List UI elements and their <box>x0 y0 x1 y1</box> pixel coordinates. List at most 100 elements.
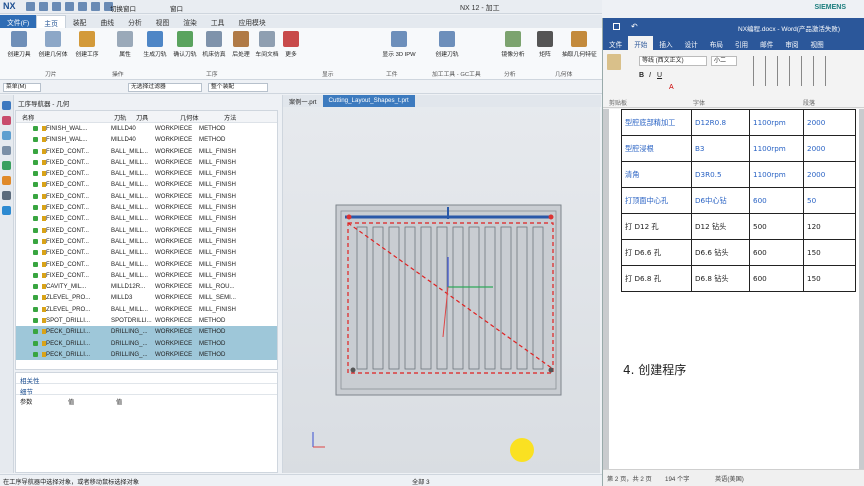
section-heading[interactable]: 4. 创建程序 <box>623 361 686 378</box>
navigator-icon[interactable] <box>2 101 11 110</box>
table-row[interactable]: FIXED_CONT... BALL_MILL... WORKPIECE MILL_F… <box>16 247 277 258</box>
history-icon[interactable] <box>2 176 11 185</box>
table-cell[interactable]: 打 D12 孔 <box>621 213 692 240</box>
extract-geometry-button[interactable]: 抽取几何特征 <box>562 31 597 58</box>
table-row[interactable]: SPOT_DRILLI... SPOTDRILLI... WORKPIECE METH… <box>16 315 277 326</box>
tab-file[interactable]: 文件 <box>603 36 628 50</box>
bold-button[interactable]: B <box>639 72 644 79</box>
assembly-navigator-icon[interactable] <box>2 116 11 125</box>
font-name-dropdown[interactable]: 等线 (西文正文) <box>639 56 707 66</box>
save-icon[interactable] <box>613 23 620 30</box>
table-row[interactable]: ZLEVEL_PRO... BALL_MILL... WORKPIECE MILL_F… <box>16 304 277 315</box>
matrix-button[interactable]: 矩阵 <box>528 31 562 58</box>
tab-file[interactable]: 文件(F) <box>0 15 37 28</box>
table-cell[interactable]: D12 钻头 <box>691 213 750 240</box>
table-cell[interactable]: 清角 <box>621 161 692 188</box>
table-row[interactable]: 清角 D3R0.5 1100rpm 2000 <box>621 161 856 188</box>
table-row[interactable]: FIXED_CONT... BALL_MILL... WORKPIECE MILL_F… <box>16 146 277 157</box>
system-materials-icon[interactable] <box>2 206 11 215</box>
table-row[interactable]: 打顶面中心孔 D6中心钻 600 50 <box>621 187 856 214</box>
table-cell[interactable]: D3R0.5 <box>691 161 750 188</box>
table-row[interactable]: PECK_DRILLI... DRILLING_... WORKPIECE METHO… <box>16 337 277 349</box>
document-area[interactable]: 型腔底部精加工 D12R0.8 1100rpm 2000 型腔浸根 B3 1100rpm 20… <box>603 109 864 469</box>
table-row[interactable]: 型腔底部精加工 D12R0.8 1100rpm 2000 <box>621 109 856 136</box>
tab-references[interactable]: 引用 <box>729 36 754 50</box>
generate-toolpath-button[interactable]: 生成刀轨 <box>138 31 172 58</box>
cut-icon[interactable] <box>65 2 74 11</box>
create-tool-button[interactable]: 创建刀具 <box>2 31 36 58</box>
tab-part-2[interactable]: Cutting_Layout_Shapes_t.prt <box>322 95 415 107</box>
table-row[interactable]: FIXED_CONT... BALL_MILL... WORKPIECE MILL_F… <box>16 202 277 213</box>
table-row[interactable]: ZLEVEL_PRO... MILLD3 WORKPIECE MILL_SEMI... <box>16 292 277 303</box>
assembly-scope-dropdown[interactable]: 整个装配 <box>208 83 268 92</box>
tab-analysis[interactable]: 分析 <box>121 15 149 28</box>
details-header[interactable]: 细节 <box>16 384 277 396</box>
paste-icon[interactable] <box>607 54 621 70</box>
document-page[interactable]: 型腔底部精加工 D12R0.8 1100rpm 2000 型腔浸根 B3 1100rpm 20… <box>609 109 859 469</box>
table-cell[interactable]: 打顶面中心孔 <box>621 187 692 214</box>
tab-view[interactable]: 视图 <box>149 15 177 28</box>
table-row[interactable]: FIXED_CONT... BALL_MILL... WORKPIECE MILL_F… <box>16 236 277 247</box>
table-cell[interactable]: 500 <box>749 213 804 240</box>
tab-insert[interactable]: 插入 <box>653 36 678 50</box>
col-path[interactable]: 刀轨 <box>111 111 133 122</box>
col-geometry[interactable]: 几何体 <box>177 111 221 122</box>
table-cell[interactable]: 1100rpm <box>749 135 804 162</box>
table-row[interactable]: 打 D6.8 孔 D6.8 钻头 600 150 <box>621 265 856 292</box>
table-cell[interactable]: 150 <box>803 265 856 292</box>
tab-applications[interactable]: 应用模块 <box>231 15 272 28</box>
properties-button[interactable]: 属性 <box>108 31 142 58</box>
table-cell[interactable]: 型腔浸根 <box>621 135 692 162</box>
create-path-button[interactable]: 创建刀轨 <box>430 31 464 58</box>
switch-window-button[interactable]: 切换窗口 <box>110 3 136 13</box>
table-cell[interactable]: D6.8 钻头 <box>691 265 750 292</box>
selection-filter-dropdown[interactable]: 无选择过滤器 <box>128 83 202 92</box>
table-row[interactable]: FIXED_CONT... BALL_MILL... WORKPIECE MILL_F… <box>16 179 277 190</box>
table-cell[interactable]: D6.6 钻头 <box>691 239 750 266</box>
table-cell[interactable]: 150 <box>803 239 856 266</box>
graphics-viewport[interactable]: 案例一.prt Cutting_Layout_Shapes_t.prt <box>282 95 601 473</box>
tab-mailings[interactable]: 邮件 <box>754 36 779 50</box>
table-row[interactable]: FIXED_CONT... BALL_MILL... WORKPIECE MILL_F… <box>16 259 277 270</box>
table-cell[interactable]: B3 <box>691 135 750 162</box>
machining-table[interactable]: 型腔底部精加工 D12R0.8 1100rpm 2000 型腔浸根 B3 1100rpm 20… <box>621 109 856 292</box>
menu-dropdown[interactable]: 菜单(M) <box>3 83 41 92</box>
create-geometry-button[interactable]: 创建几何体 <box>36 31 70 58</box>
table-row[interactable]: FINISH_WAL... MILLD40 WORKPIECE METHOD <box>16 123 277 134</box>
part-navigator-icon[interactable] <box>2 131 11 140</box>
tab-review[interactable]: 审阅 <box>779 36 804 50</box>
underline-button[interactable]: U <box>657 72 662 79</box>
tab-render[interactable]: 渲染 <box>176 15 204 28</box>
table-row[interactable]: CAVITY_MIL... MILLD12R... WORKPIECE MILL_RO… <box>16 281 277 292</box>
table-cell[interactable]: 2000 <box>803 135 856 162</box>
table-cell[interactable]: 600 <box>749 265 804 292</box>
undo-icon[interactable]: ↶ <box>631 22 638 31</box>
table-row[interactable]: 型腔浸根 B3 1100rpm 2000 <box>621 135 856 162</box>
table-cell[interactable]: 50 <box>803 187 856 214</box>
table-cell[interactable]: 2000 <box>803 109 856 136</box>
reuse-library-icon[interactable] <box>2 146 11 155</box>
more-button[interactable]: 更多 <box>274 31 308 58</box>
undo-icon[interactable] <box>39 2 48 11</box>
tab-view[interactable]: 视图 <box>805 36 830 50</box>
show-3d-ipw-button[interactable]: 显示 3D IPW <box>382 31 416 58</box>
table-cell[interactable]: 2000 <box>803 161 856 188</box>
table-row[interactable]: FIXED_CONT... BALL_MILL... WORKPIECE MILL_F… <box>16 270 277 281</box>
table-cell[interactable]: 600 <box>749 187 804 214</box>
col-name[interactable]: 名称 <box>16 111 111 122</box>
table-row[interactable]: FIXED_CONT... BALL_MILL... WORKPIECE MILL_F… <box>16 168 277 179</box>
redo-icon[interactable] <box>52 2 61 11</box>
font-size-dropdown[interactable]: 小二 <box>711 56 737 66</box>
table-row[interactable]: FIXED_CONT... BALL_MILL... WORKPIECE MILL_F… <box>16 213 277 224</box>
copy-icon[interactable] <box>78 2 87 11</box>
tab-design[interactable]: 设计 <box>679 36 704 50</box>
italic-button[interactable]: I <box>649 72 651 79</box>
save-icon[interactable] <box>26 2 35 11</box>
col-tool[interactable]: 刀具 <box>133 111 177 122</box>
table-row[interactable]: 打 D12 孔 D12 钻头 500 120 <box>621 213 856 240</box>
dependencies-header[interactable]: 相关性 <box>16 373 277 385</box>
roles-icon[interactable] <box>2 191 11 200</box>
tab-layout[interactable]: 布局 <box>704 36 729 50</box>
table-cell[interactable]: 1100rpm <box>749 161 804 188</box>
tab-tools[interactable]: 工具 <box>204 15 232 28</box>
